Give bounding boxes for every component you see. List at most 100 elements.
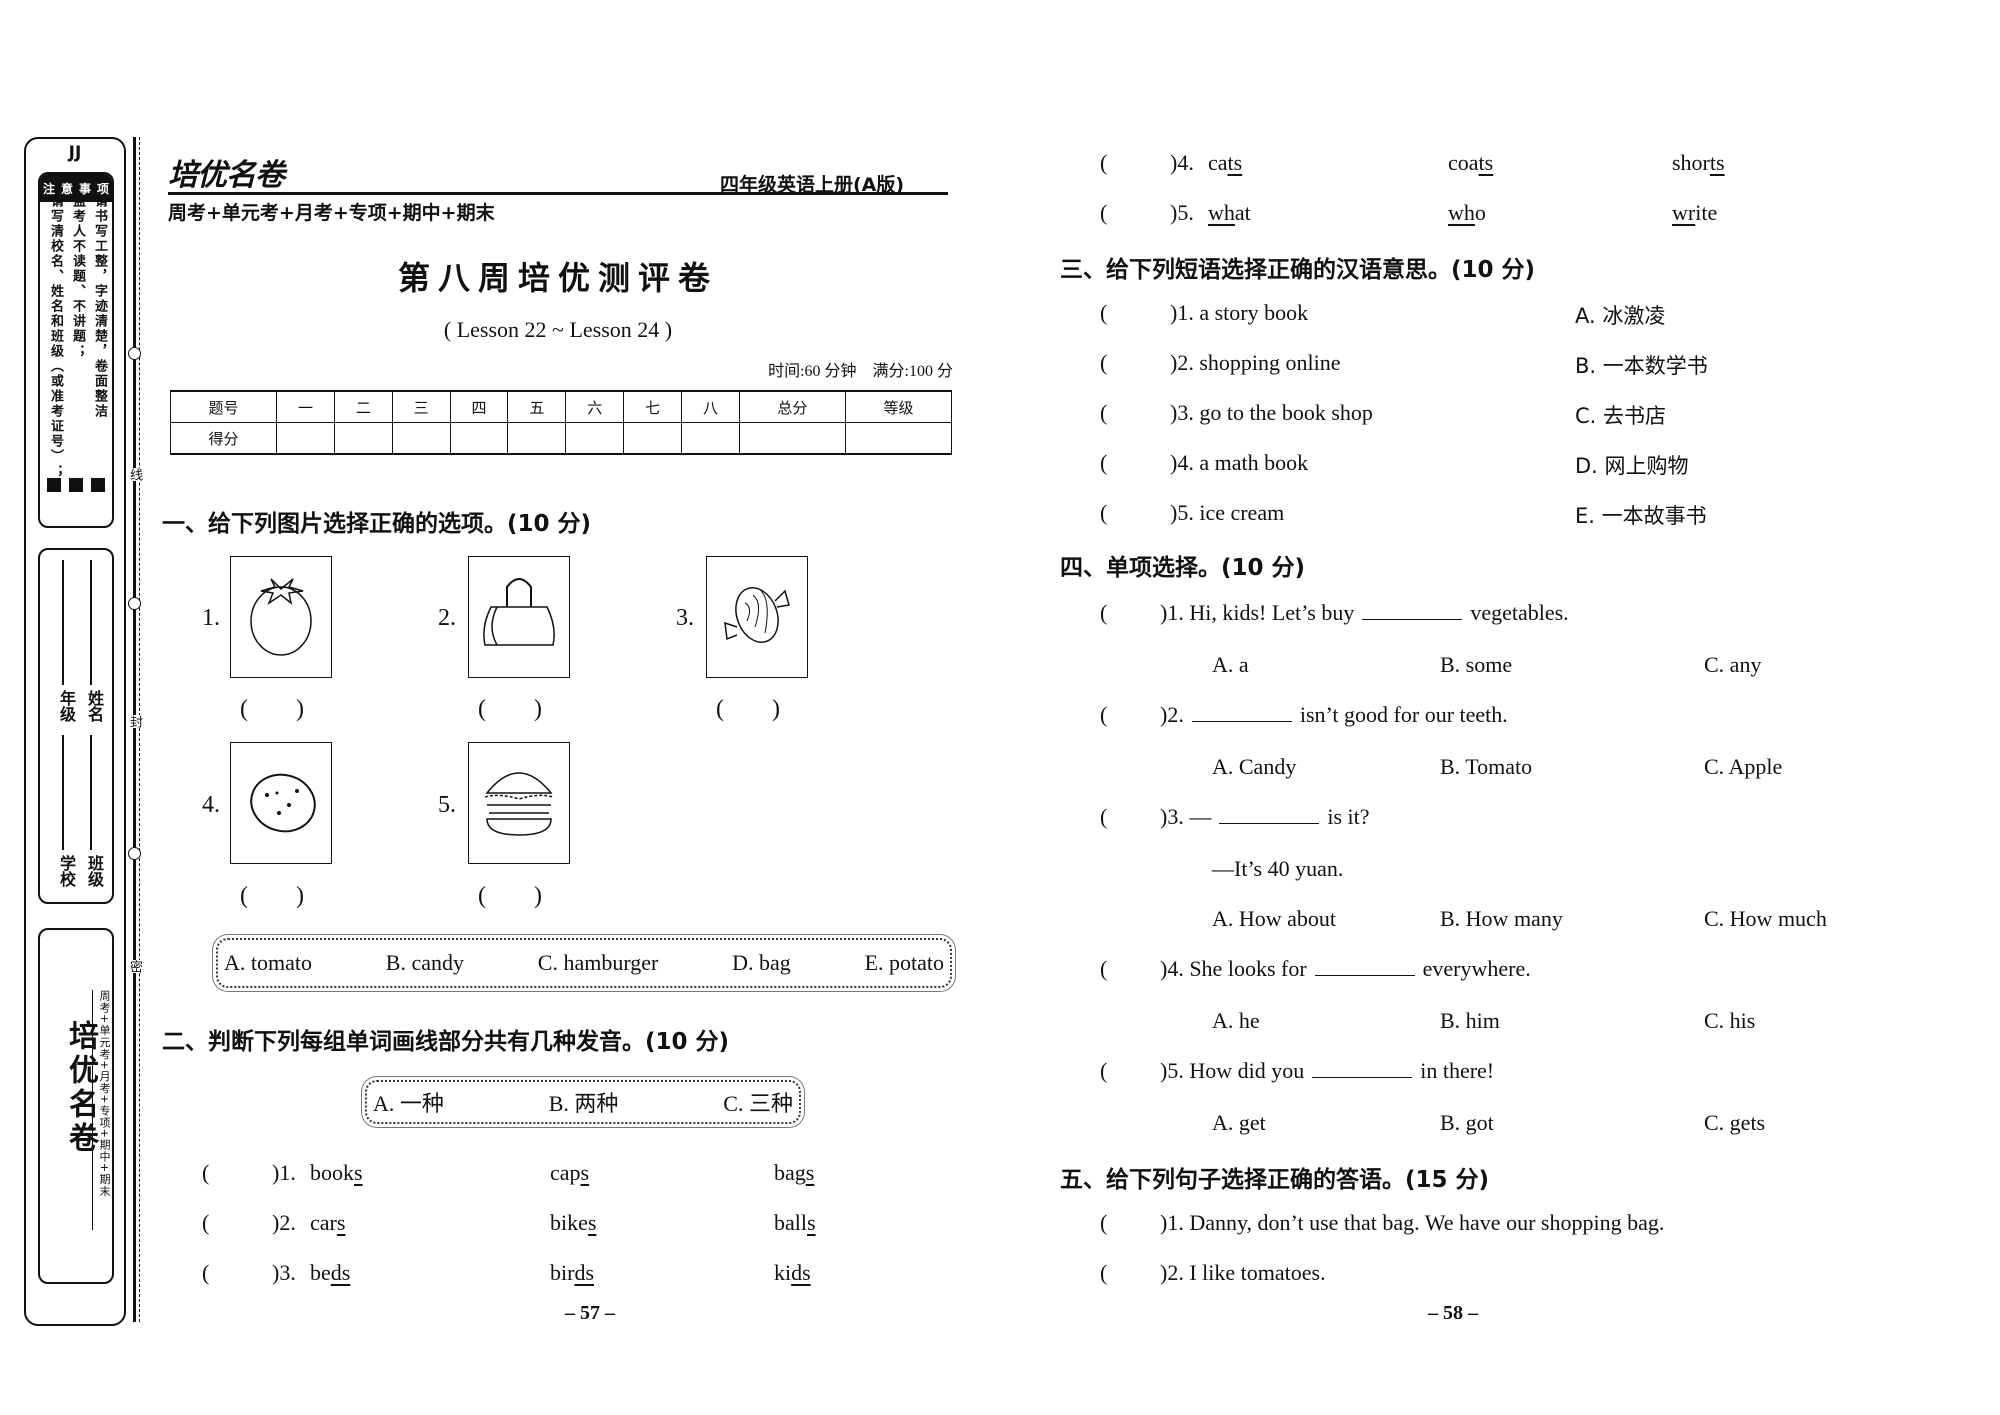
word-underlined: s xyxy=(336,1210,346,1235)
answer-blank[interactable]: ( ) xyxy=(240,875,304,910)
score-cell[interactable] xyxy=(844,422,953,455)
choice: C. Apple xyxy=(1704,754,1783,779)
mcq-response: —It’s 40 yuan. xyxy=(1212,856,1344,881)
tomato-icon xyxy=(250,578,312,656)
answer-blank[interactable]: ( xyxy=(1100,300,1170,326)
pronunciation-item: ()4. cats coats shorts xyxy=(1100,150,1725,176)
picture-number: 3. xyxy=(676,605,694,631)
fill-blank[interactable] xyxy=(1314,957,1415,976)
bag-icon xyxy=(483,578,555,646)
notice-item-3: 请书写工整，字迹清楚，卷面整洁 xyxy=(92,194,107,419)
answer-blank[interactable]: ( xyxy=(1100,1260,1160,1286)
answer-blank[interactable]: ( xyxy=(1100,450,1170,476)
response-item: ()1. Danny, don’t use that bag. We have … xyxy=(1100,1210,1664,1236)
answer-blank[interactable]: ( xyxy=(1100,702,1160,728)
answer-blank[interactable]: ( ) xyxy=(240,688,304,723)
sentence: )2. I like tomatoes. xyxy=(1160,1260,1326,1285)
student-info-box: 年级 学校 姓名 班级 xyxy=(38,548,114,904)
score-cell[interactable] xyxy=(681,422,740,455)
question-stem-end: isn’t good for our teeth. xyxy=(1299,702,1508,727)
phrase: )3. go to the book shop xyxy=(1170,400,1373,425)
section3-heading: 三、给下列短语选择正确的汉语意思。(10 分) xyxy=(1060,257,1536,283)
word-underlined: ts xyxy=(1709,150,1725,175)
fill-blank[interactable] xyxy=(1312,1059,1413,1078)
option: C. 三种 xyxy=(723,1091,793,1116)
score-cell[interactable] xyxy=(449,422,509,455)
answer-blank[interactable]: ( xyxy=(1100,150,1170,176)
choice: B. Tomato xyxy=(1440,754,1533,779)
choice: C. gets xyxy=(1704,1110,1766,1135)
score-cell[interactable] xyxy=(565,422,625,455)
meaning-option: A. 冰激凌 xyxy=(1575,304,1666,328)
option: B. 两种 xyxy=(548,1091,619,1116)
option: D. bag xyxy=(732,950,791,975)
score-table-score-row: 得分 xyxy=(169,422,953,455)
score-header-cell: 七 xyxy=(623,390,683,423)
binding-hole-icon xyxy=(128,847,141,860)
score-table-header-row: 题号 一 二 三 四 五 六 七 八 总分 等级 xyxy=(169,390,953,423)
answer-blank[interactable]: ( xyxy=(1100,200,1170,226)
score-cell[interactable] xyxy=(507,422,567,455)
fill-blank[interactable] xyxy=(1191,703,1292,722)
answer-blank[interactable]: ( xyxy=(1100,1058,1160,1084)
score-header-cell: 题号 xyxy=(169,390,278,423)
word-underlined: ts xyxy=(1478,150,1494,175)
answer-blank[interactable]: ( xyxy=(1100,1210,1160,1236)
answer-blank[interactable]: ( xyxy=(1100,400,1170,426)
word-underlined: s xyxy=(807,1210,816,1235)
word-stem: o xyxy=(1474,200,1486,225)
answer-blank[interactable]: ( xyxy=(1100,500,1170,526)
score-cell[interactable] xyxy=(391,422,451,455)
mcq-item: ()2. isn’t good for our teeth. xyxy=(1100,702,1508,728)
answer-blank[interactable]: ( ) xyxy=(716,688,780,723)
item-number: )1. xyxy=(272,1160,296,1185)
word-stem: ki xyxy=(774,1260,792,1285)
time-info: 时间:60 分钟 满分:100 分 xyxy=(768,363,953,380)
binding-hole-icon xyxy=(128,347,141,360)
meaning-option: B. 一本数学书 xyxy=(1575,354,1708,378)
picture-number: 5. xyxy=(438,792,456,818)
option: C. hamburger xyxy=(537,950,659,975)
lesson-range: ( Lesson 22 ~ Lesson 24 ) xyxy=(443,317,673,342)
score-header-cell: 二 xyxy=(333,390,393,423)
series-subtitle: 周考+单元考+月考+专项+期中+期末 xyxy=(168,202,495,224)
word-underlined: s xyxy=(354,1160,363,1185)
pronunciation-item: ()1. books caps bags xyxy=(202,1160,814,1186)
answer-blank[interactable]: ( ) xyxy=(478,688,542,723)
mcq-options: A. a B. some C. any xyxy=(1212,652,1761,678)
question-stem-end: is it? xyxy=(1327,804,1370,829)
score-cell[interactable] xyxy=(276,422,335,455)
school-field-line[interactable] xyxy=(62,735,64,850)
word-underlined: wr xyxy=(1672,200,1696,225)
fill-blank[interactable] xyxy=(1362,601,1463,620)
score-cell[interactable] xyxy=(738,422,846,455)
score-cell[interactable] xyxy=(333,422,393,455)
word-stem: ca xyxy=(1208,150,1228,175)
word-underlined: ds xyxy=(574,1260,595,1285)
answer-blank[interactable]: ( xyxy=(1100,804,1160,830)
word: shorts xyxy=(1672,150,1725,176)
page-title: 第八周培优测评卷 xyxy=(397,260,718,296)
meaning-option: E. 一本故事书 xyxy=(1575,504,1707,528)
option: B. candy xyxy=(385,950,464,975)
section5-heading: 五、给下列句子选择正确的答语。(15 分) xyxy=(1060,1167,1490,1193)
answer-blank[interactable]: ( xyxy=(202,1260,272,1286)
class-field-line[interactable] xyxy=(90,735,92,850)
answer-blank[interactable]: ( xyxy=(202,1160,272,1186)
answer-blank[interactable]: ( xyxy=(1100,350,1170,376)
section2-options: A. 一种 B. 两种 C. 三种 xyxy=(365,1080,801,1124)
score-cell[interactable] xyxy=(623,422,683,455)
option: E. potato xyxy=(864,950,944,975)
answer-blank[interactable]: ( ) xyxy=(478,875,542,910)
answer-blank[interactable]: ( xyxy=(202,1210,272,1236)
answer-blank[interactable]: ( xyxy=(1100,956,1160,982)
word: what xyxy=(1208,200,1251,226)
grade-field-line[interactable] xyxy=(62,560,64,685)
fill-blank[interactable] xyxy=(1219,805,1320,824)
word-underlined: ts xyxy=(1227,150,1243,175)
item-number: )4. xyxy=(1170,150,1194,175)
name-field-line[interactable] xyxy=(90,560,92,685)
answer-blank[interactable]: ( xyxy=(1100,600,1160,626)
word: bikes xyxy=(550,1210,596,1236)
section1-options: A. tomato B. candy C. hamburger D. bag E… xyxy=(216,938,952,988)
